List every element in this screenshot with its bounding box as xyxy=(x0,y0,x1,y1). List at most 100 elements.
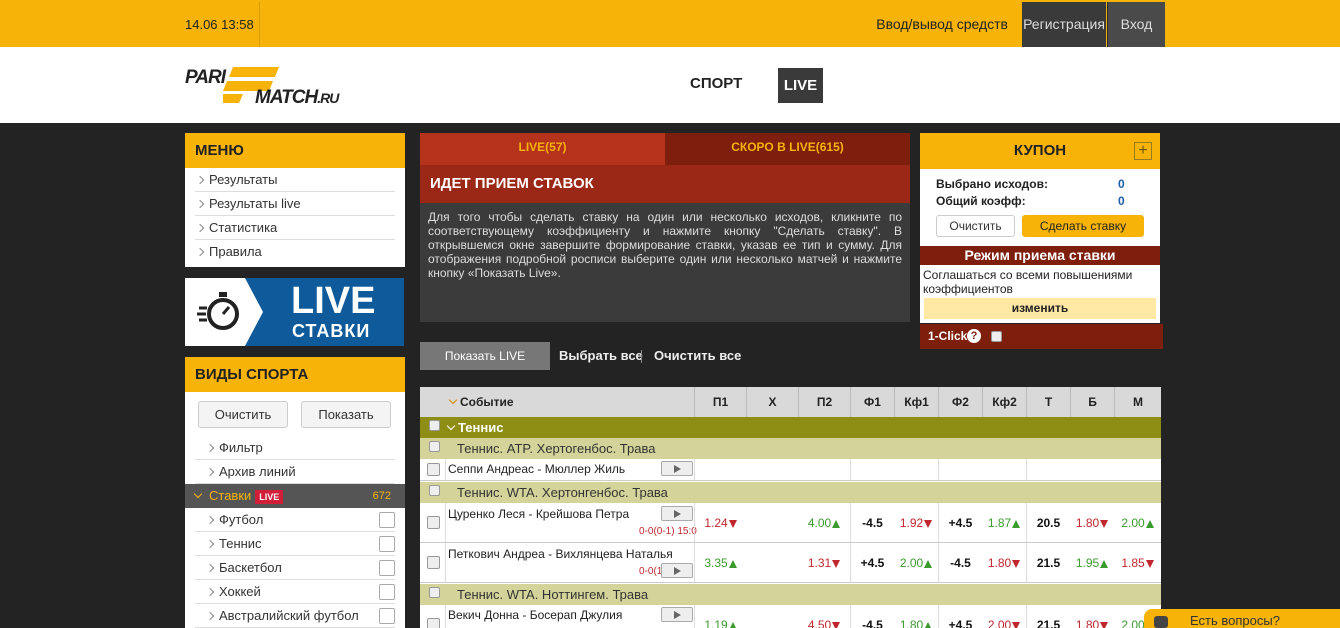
odd-kf2[interactable]: 1.87 xyxy=(982,503,1026,542)
match-checkbox[interactable] xyxy=(427,618,440,628)
odd-kf2[interactable]: 1.80 xyxy=(982,543,1026,582)
sport-label: Теннис xyxy=(219,536,262,551)
odds-cell-empty xyxy=(938,459,1026,480)
odd-p1[interactable]: 1.19 xyxy=(694,605,746,628)
select-all-link[interactable]: Выбрать все xyxy=(559,342,643,370)
col-f1: Ф1 xyxy=(850,387,894,417)
match-row[interactable]: Сеппи Андреас - Мюллер Жиль xyxy=(420,459,1161,481)
menu-item-results[interactable]: Результаты xyxy=(195,168,395,192)
live-bets-banner[interactable]: LIVE СТАВКИ xyxy=(185,278,404,346)
sport-checkbox[interactable] xyxy=(379,536,395,552)
help-icon[interactable]: ? xyxy=(967,329,981,343)
odd-p2[interactable]: 4.50 xyxy=(798,605,850,628)
odd-kf1[interactable]: 2.00 xyxy=(894,543,938,582)
odd-p2[interactable]: 1.31 xyxy=(798,543,850,582)
make-bet-button[interactable]: Сделать ставку xyxy=(1022,215,1144,237)
match-checkbox[interactable] xyxy=(427,463,440,476)
login-button[interactable]: Вход xyxy=(1107,2,1165,47)
sport-item-aussie-football[interactable]: Австралийский футбол xyxy=(195,604,395,628)
stopwatch-icon xyxy=(197,292,239,330)
nav-live[interactable]: LIVE xyxy=(778,68,823,103)
sport-group-checkbox[interactable] xyxy=(429,420,440,431)
bet-mode-text: Соглашаться со всеми повышениями коэффиц… xyxy=(923,268,1133,296)
move-icon[interactable] xyxy=(1134,133,1152,169)
odd-p1[interactable]: 3.35 xyxy=(694,543,746,582)
sport-group-tennis[interactable]: Теннис xyxy=(420,417,1161,438)
sports-clear-button[interactable]: Очистить xyxy=(198,401,288,428)
coupon-title: КУПОН xyxy=(1013,142,1067,159)
banner-live-text: LIVE xyxy=(291,280,376,322)
one-click-label: 1-Click xyxy=(928,329,968,343)
deposit-withdraw-link[interactable]: Ввод/вывод средств xyxy=(876,2,1022,47)
bet-mode-title: Режим приема ставки xyxy=(920,246,1160,265)
league-checkbox[interactable] xyxy=(429,587,440,598)
sports-buttons: Очистить Показать xyxy=(185,392,405,436)
league-checkbox[interactable] xyxy=(429,441,440,452)
odd-f1: +4.5 xyxy=(850,543,894,582)
match-row[interactable]: Цуренко Леся - Крейшова Петра 0-0(0-1) 1… xyxy=(420,503,1161,543)
menu-item-rules[interactable]: Правила xyxy=(195,240,395,264)
odd-kf1[interactable]: 1.92 xyxy=(894,503,938,542)
sport-checkbox[interactable] xyxy=(379,560,395,576)
match-checkbox[interactable] xyxy=(427,556,440,569)
league-row[interactable]: Теннис. WTA. Ноттингем. Трава xyxy=(420,584,1161,605)
odd-b[interactable]: 1.80 xyxy=(1070,503,1114,542)
odd-b[interactable]: 1.95 xyxy=(1070,543,1114,582)
odd-f1: -4.5 xyxy=(850,605,894,628)
odd-x xyxy=(746,605,798,628)
match-checkbox[interactable] xyxy=(427,516,440,529)
sports-show-button[interactable]: Показать xyxy=(301,401,391,428)
odd-m[interactable]: 1.85 xyxy=(1114,543,1161,582)
odd-p1[interactable]: 1.24 xyxy=(694,503,746,542)
logo-text-match: MATCH.RU xyxy=(255,87,339,108)
play-video-button[interactable] xyxy=(661,461,693,476)
play-video-button[interactable] xyxy=(661,607,693,622)
sport-label: Австралийский футбол xyxy=(219,608,359,623)
league-row[interactable]: Теннис. WTA. Хертонгенбос. Трава xyxy=(420,482,1161,503)
play-video-button[interactable] xyxy=(661,563,693,578)
sport-item-basketball[interactable]: Баскетбол xyxy=(195,556,395,580)
clear-all-link[interactable]: Очистить все xyxy=(654,342,741,370)
sport-checkbox[interactable] xyxy=(379,512,395,528)
accept-bets-title: ИДЕТ ПРИЕМ СТАВОК xyxy=(420,165,910,203)
sport-item-hockey[interactable]: Хоккей xyxy=(195,580,395,604)
coef-value: 0 xyxy=(1118,194,1125,208)
odd-m[interactable]: 2.00 xyxy=(1114,503,1161,542)
odds-cell-empty xyxy=(1026,459,1161,480)
odd-p2[interactable]: 4.00 xyxy=(798,503,850,542)
menu-item-statistics[interactable]: Статистика xyxy=(195,216,395,240)
questions-chat-button[interactable]: Есть вопросы? xyxy=(1144,609,1340,628)
sports-bets-live[interactable]: Ставки LIVE 672 xyxy=(185,484,405,508)
sport-item-tennis[interactable]: Теннис xyxy=(195,532,395,556)
sports-archive[interactable]: Архив линий xyxy=(195,460,395,484)
sport-label: Футбол xyxy=(219,512,264,527)
divider xyxy=(641,350,642,363)
one-click-checkbox[interactable] xyxy=(991,331,1002,342)
league-row[interactable]: Теннис. ATP. Хертогенбос. Трава xyxy=(420,438,1161,459)
match-row[interactable]: Петкович Андреа - Вихлянцева Наталья 0-0… xyxy=(420,543,1161,583)
menu-item-results-live[interactable]: Результаты live xyxy=(195,192,395,216)
register-button[interactable]: Регистрация xyxy=(1022,2,1106,47)
sport-checkbox[interactable] xyxy=(379,608,395,624)
col-x: Х xyxy=(746,387,798,417)
logo-text-pari: PARI xyxy=(185,67,226,88)
col-b: Б xyxy=(1070,387,1114,417)
nav-sport[interactable]: СПОРТ xyxy=(680,65,752,103)
play-video-button[interactable] xyxy=(661,506,693,521)
show-live-button[interactable]: Показать LIVE xyxy=(420,342,550,370)
tab-soon-live[interactable]: СКОРО В LIVE(615) xyxy=(665,133,910,165)
odd-kf2[interactable]: 2.00 xyxy=(982,605,1026,628)
match-row[interactable]: Векич Донна - Босерап Джулия 1.19 4.50 -… xyxy=(420,605,1161,628)
col-event[interactable]: Событие xyxy=(420,387,694,417)
sport-checkbox[interactable] xyxy=(379,584,395,600)
odd-b[interactable]: 1.80 xyxy=(1070,605,1114,628)
logo[interactable]: PARI MATCH.RU xyxy=(185,65,375,108)
change-mode-button[interactable]: изменить xyxy=(924,298,1156,319)
coupon-clear-button[interactable]: Очистить xyxy=(936,215,1015,237)
tab-live[interactable]: LIVE(57) xyxy=(420,133,665,165)
league-checkbox[interactable] xyxy=(429,485,440,496)
sports-filter[interactable]: Фильтр xyxy=(195,436,395,460)
odds-table: Событие П1 Х П2 Ф1 Кф1 Ф2 Кф2 Т Б М Тенн… xyxy=(420,387,1161,628)
sport-item-football[interactable]: Футбол xyxy=(195,508,395,532)
odd-kf1[interactable]: 1.80 xyxy=(894,605,938,628)
